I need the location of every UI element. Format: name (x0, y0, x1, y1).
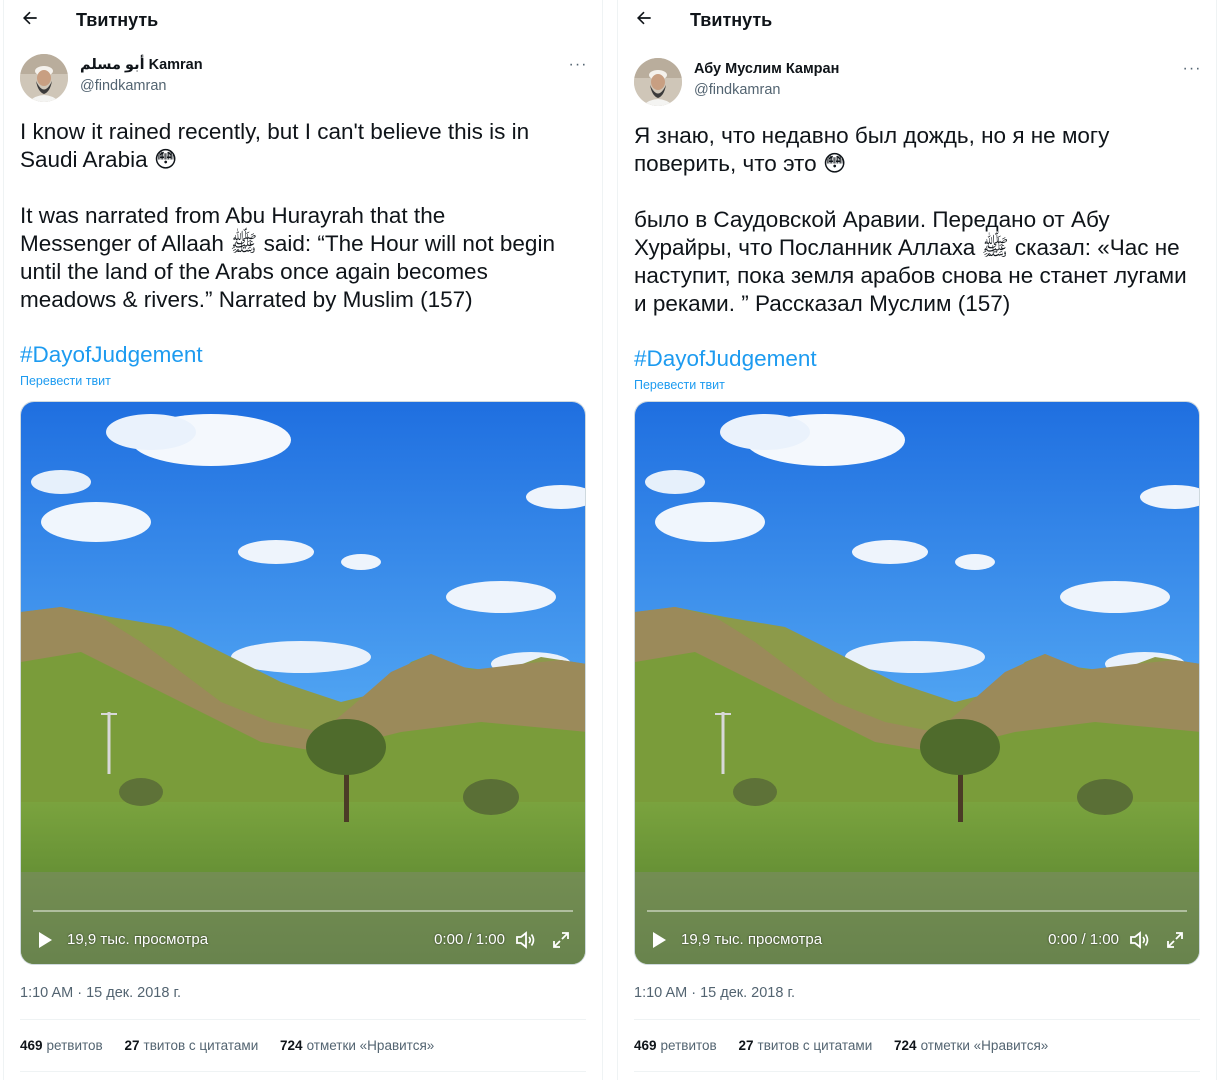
play-icon[interactable] (35, 930, 55, 950)
tweet-timestamp[interactable]: 1:10 AM · 15 дек. 2018 г. (634, 985, 795, 1001)
top-bar: Твитнуть (4, 0, 602, 40)
author-handle[interactable]: @findkamran (694, 82, 780, 98)
back-button[interactable] (20, 8, 44, 32)
likes-count: 724 (280, 1038, 303, 1053)
divider (634, 1071, 1200, 1072)
avatar[interactable] (20, 54, 68, 102)
likes-stat[interactable]: 724 отметки «Нравится» (280, 1038, 434, 1053)
hashtag-link[interactable]: #DayofJudgement (20, 342, 203, 368)
author-name[interactable]: Абу Муслим Камран (694, 61, 839, 77)
play-icon[interactable] (649, 930, 669, 950)
tweet-text: I know it rained recently, but I can't b… (20, 119, 555, 312)
video-views: 19,9 тыс. просмотра (67, 931, 209, 948)
fullscreen-icon[interactable] (1165, 930, 1185, 950)
volume-icon[interactable] (1129, 930, 1151, 950)
divider (20, 1071, 586, 1072)
tweet-stats: 469 ретвитов 27 твитов с цитатами 724 отмет… (634, 1038, 1066, 1053)
video-views: 19,9 тыс. просмотра (681, 931, 823, 948)
avatar[interactable] (634, 58, 682, 106)
author-name[interactable]: أبو مسلم Kamran (80, 57, 203, 73)
tweet-author: Абу Муслим Камран @findkamran ··· (634, 58, 1204, 110)
quotes-label: твитов с цитатами (143, 1038, 259, 1053)
tweet-stats: 469 ретвитов 27 твитов с цитатами 724 отмет… (20, 1038, 452, 1053)
volume-icon[interactable] (515, 930, 537, 950)
retweets-stat[interactable]: 469 ретвитов (20, 1038, 103, 1053)
quotes-stat[interactable]: 27 твитов с цитатами (738, 1038, 872, 1053)
tweet-timestamp[interactable]: 1:10 AM · 15 дек. 2018 г. (20, 985, 181, 1001)
likes-label: отметки «Нравится» (920, 1038, 1049, 1053)
video-frame (21, 402, 585, 964)
divider (634, 1019, 1200, 1020)
retweets-count: 469 (634, 1038, 657, 1053)
divider (20, 1019, 586, 1020)
tweet-text: Я знаю, что недавно был дождь, но я не м… (634, 123, 1187, 316)
likes-stat[interactable]: 724 отметки «Нравится» (894, 1038, 1048, 1053)
likes-label: отметки «Нравится» (306, 1038, 435, 1053)
likes-count: 724 (894, 1038, 917, 1053)
translate-tweet-link[interactable]: Перевести твит (634, 378, 725, 392)
tweet-author: أبو مسلم Kamran @findkamran ··· (20, 54, 590, 106)
hashtag-link[interactable]: #DayofJudgement (634, 346, 817, 372)
quotes-label: твитов с цитатами (757, 1038, 873, 1053)
tweet-panel-translated: Твитнуть Абу Муслим Камран @findkamran ·… (617, 0, 1217, 1080)
back-button[interactable] (634, 8, 658, 32)
video-time: 0:00 / 1:00 (1048, 931, 1119, 948)
video-progress-bar[interactable] (647, 910, 1187, 912)
video-player[interactable]: 19,9 тыс. просмотра 0:00 / 1:00 (634, 401, 1200, 965)
more-icon[interactable]: ··· (566, 56, 590, 76)
video-controls: 19,9 тыс. просмотра 0:00 / 1:00 (21, 918, 585, 964)
video-time: 0:00 / 1:00 (434, 931, 505, 948)
author-handle[interactable]: @findkamran (80, 78, 166, 94)
video-controls: 19,9 тыс. просмотра 0:00 / 1:00 (635, 918, 1199, 964)
tweet-panel-original: Твитнуть أبو مسلم Kamran @findkamran ···… (3, 0, 603, 1080)
back-arrow-icon (637, 11, 651, 25)
more-icon[interactable]: ··· (1180, 60, 1204, 80)
quotes-count: 27 (738, 1038, 754, 1053)
retweets-stat[interactable]: 469 ретвитов (634, 1038, 717, 1053)
video-player[interactable]: 19,9 тыс. просмотра 0:00 / 1:00 (20, 401, 586, 965)
video-frame (635, 402, 1199, 964)
panel-gap (604, 0, 617, 1080)
back-arrow-icon (23, 11, 37, 25)
retweets-count: 469 (20, 1038, 43, 1053)
video-progress-bar[interactable] (33, 910, 573, 912)
retweets-label: ретвитов (660, 1038, 717, 1053)
quotes-stat[interactable]: 27 твитов с цитатами (124, 1038, 258, 1053)
page-title: Твитнуть (76, 10, 159, 30)
top-bar: Твитнуть (618, 0, 1216, 40)
retweets-label: ретвитов (46, 1038, 103, 1053)
quotes-count: 27 (124, 1038, 140, 1053)
translate-tweet-link[interactable]: Перевести твит (20, 374, 111, 388)
fullscreen-icon[interactable] (551, 930, 571, 950)
page-title: Твитнуть (690, 10, 773, 30)
